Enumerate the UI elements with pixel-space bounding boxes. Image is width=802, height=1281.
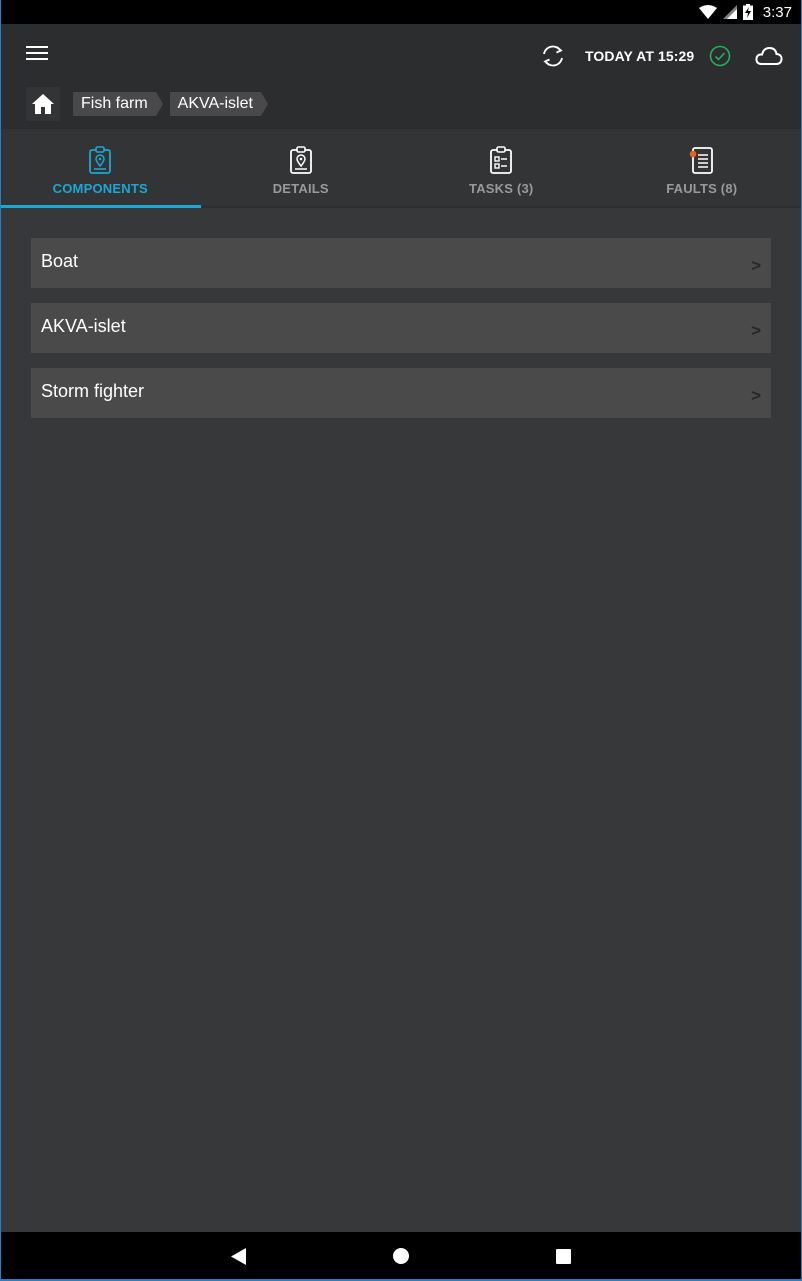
tab-faults[interactable]: FAULTS (8) bbox=[602, 129, 802, 206]
clipboard-location-icon bbox=[289, 146, 312, 174]
sync-icon[interactable] bbox=[539, 43, 567, 69]
home-circle-icon[interactable] bbox=[393, 1248, 409, 1264]
list-item[interactable]: Boat > bbox=[31, 238, 771, 288]
check-circle-icon bbox=[709, 45, 731, 67]
wifi-icon bbox=[698, 5, 717, 19]
tab-details[interactable]: DETAILS bbox=[201, 129, 402, 206]
tab-label: TASKS (3) bbox=[469, 181, 534, 196]
status-time: 3:37 bbox=[762, 3, 792, 21]
breadcrumb-item-fish-farm[interactable]: Fish farm bbox=[73, 92, 163, 116]
chevron-right-icon: > bbox=[751, 321, 761, 340]
tab-label: COMPONENTS bbox=[52, 181, 148, 196]
breadcrumb-label: AKVA-islet bbox=[177, 95, 253, 112]
breadcrumb: Fish farm AKVA-islet bbox=[26, 87, 275, 121]
hamburger-menu-icon[interactable] bbox=[26, 46, 48, 64]
tab-tasks[interactable]: TASKS (3) bbox=[401, 129, 602, 206]
battery-charging-icon bbox=[742, 4, 753, 20]
document-list-alert-icon bbox=[689, 147, 713, 174]
cellular-signal-icon bbox=[722, 5, 737, 19]
status-bar: 3:37 bbox=[0, 0, 802, 24]
back-icon[interactable] bbox=[231, 1248, 246, 1265]
tab-label: DETAILS bbox=[272, 181, 329, 196]
tab-bar: COMPONENTS DETAILS TASKS (3) FAULTS (8) bbox=[0, 129, 802, 208]
chevron-right-icon: > bbox=[751, 256, 761, 275]
list-item[interactable]: AKVA-islet > bbox=[31, 303, 771, 353]
component-list: Boat > AKVA-islet > Storm fighter > bbox=[31, 238, 771, 433]
app-bar: TODAY AT 15:29 Fish farm AKVA-islet bbox=[0, 24, 802, 129]
tab-components[interactable]: COMPONENTS bbox=[0, 129, 201, 208]
cloud-icon[interactable] bbox=[755, 46, 783, 66]
home-icon bbox=[32, 94, 54, 114]
chevron-right-icon: > bbox=[751, 386, 761, 405]
breadcrumb-item-akva-islet[interactable]: AKVA-islet bbox=[169, 92, 269, 116]
breadcrumb-label: Fish farm bbox=[81, 95, 148, 112]
clipboard-location-icon bbox=[89, 146, 112, 174]
system-nav-bar bbox=[0, 1232, 802, 1281]
recent-apps-icon[interactable] bbox=[556, 1249, 571, 1264]
list-item[interactable]: Storm fighter > bbox=[31, 368, 771, 418]
tab-label: FAULTS (8) bbox=[666, 181, 738, 196]
sync-status-text: TODAY AT 15:29 bbox=[585, 48, 695, 64]
list-item-label: Storm fighter bbox=[41, 380, 145, 401]
list-item-label: Boat bbox=[41, 250, 79, 271]
home-button[interactable] bbox=[26, 87, 60, 121]
list-item-label: AKVA-islet bbox=[41, 315, 126, 336]
clipboard-checklist-icon bbox=[490, 146, 513, 174]
